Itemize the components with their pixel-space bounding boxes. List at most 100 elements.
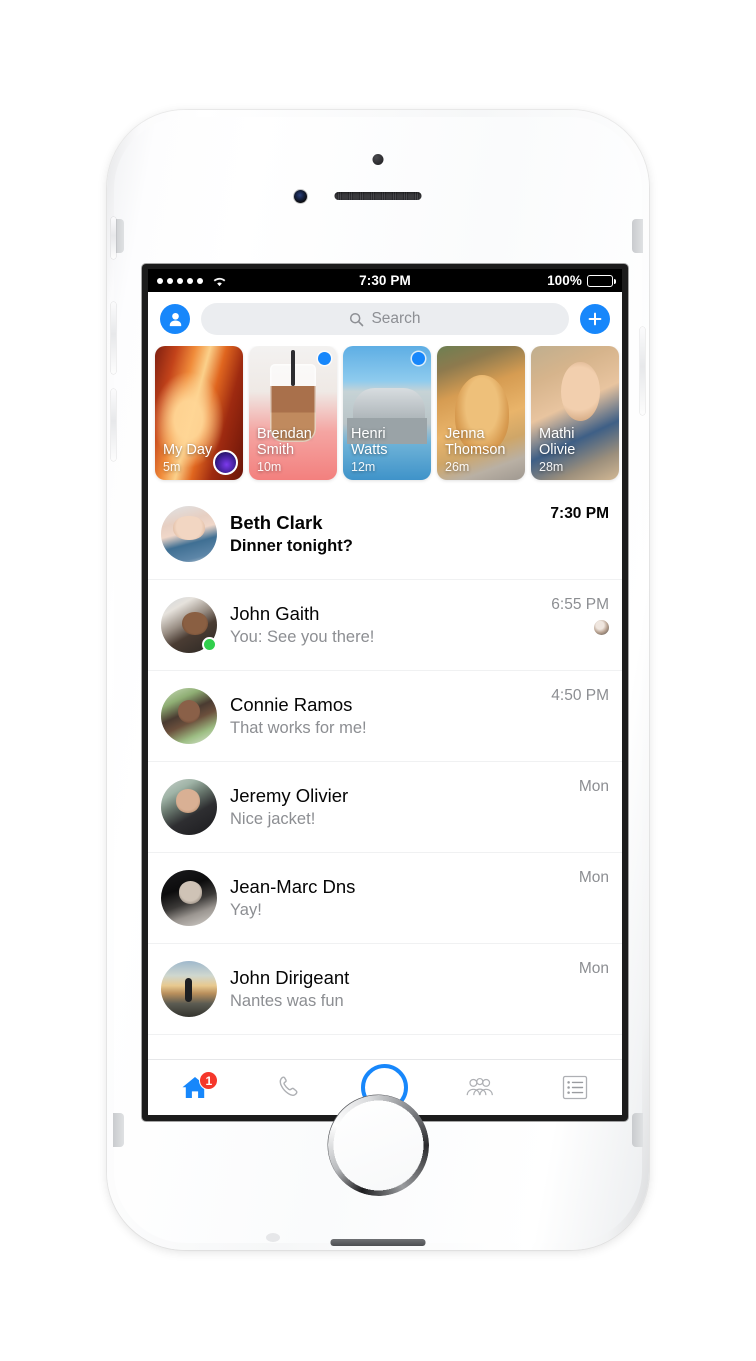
avatar[interactable] [161,597,217,653]
conversation-text: Jeremy Olivier Nice jacket! [230,784,566,830]
front-camera-icon [294,190,307,203]
story-card[interactable]: Brendan Smith 10m [249,346,337,480]
conversation-list: Beth Clark Dinner tonight? 7:30 PM John Gai… [148,489,622,1035]
tab-people[interactable] [432,1060,527,1115]
story-label: Jenna Thomson 26m [445,426,519,474]
timestamp: Mon [578,960,609,977]
wifi-icon [212,275,227,287]
list-icon [562,1075,587,1100]
conversation-text: Connie Ramos That works for me! [230,693,538,739]
avatar-image [161,779,217,835]
story-time: 10m [257,460,282,474]
story-card[interactable]: My Day 5m [155,346,243,480]
avatar[interactable] [161,506,217,562]
conversation-row[interactable]: Jean-Marc Dns Yay! Mon [148,853,622,944]
avatar[interactable] [161,688,217,744]
message-preview: Yay! [230,900,262,919]
conversation-meta: Mon [579,954,609,978]
story-label: Henri Watts 12m [351,426,425,474]
battery-percent-label: 100% [547,273,582,288]
message-preview: Dinner tonight? [230,536,353,555]
timestamp: Mon [578,778,609,795]
message-preview: Nice jacket! [230,809,316,828]
earpiece-speaker [334,192,422,200]
volume-down-button[interactable] [111,389,116,461]
lightning-port [330,1239,426,1246]
screen-bezel: 7:30 PM 100% Search My Day 5m Brendan Sm… [142,264,628,1121]
search-placeholder: Search [371,310,421,327]
power-button[interactable] [640,327,645,415]
story-time: 12m [351,460,376,474]
search-icon [350,312,364,326]
story-unread-dot [318,352,331,365]
story-label: Mathi Olivie 28m [539,426,613,474]
phone-icon [279,1075,298,1096]
compose-new-message-button[interactable] [580,304,610,334]
tab-settings-list[interactable] [527,1060,622,1115]
story-name: Brendan Smith [257,425,312,458]
story-avatar-badge [213,450,238,475]
contact-name: John Gaith [230,602,320,624]
avatar-image [161,506,217,562]
story-card[interactable]: Jenna Thomson 26m [437,346,525,480]
conversation-text: Beth Clark Dinner tonight? [230,511,537,557]
conversation-row[interactable]: Beth Clark Dinner tonight? 7:30 PM [148,489,622,580]
story-time: 26m [445,460,470,474]
avatar[interactable] [161,870,217,926]
read-receipt-avatar [594,620,609,635]
conversation-row[interactable]: John Gaith You: See you there! 6:55 PM [148,580,622,671]
plus-icon [588,312,602,326]
online-status-dot [202,637,217,652]
contact-name: Jeremy Olivier [230,784,349,806]
contact-name: Connie Ramos [230,693,353,715]
iphone-device: 7:30 PM 100% Search My Day 5m Brendan Sm… [107,110,649,1250]
antenna-line-bottom-right [632,1113,643,1147]
message-preview: Nantes was fun [230,991,344,1010]
search-header: Search [148,292,622,346]
story-name: Mathi Olivie [539,425,576,458]
profile-avatar-icon[interactable] [160,304,190,334]
conversation-row[interactable]: John Dirigeant Nantes was fun Mon [148,944,622,1035]
story-name: Henri Watts [351,425,388,458]
battery-icon [587,274,617,287]
home-button[interactable] [332,1099,424,1191]
conversation-meta: 7:30 PM [550,499,609,523]
timestamp: 6:55 PM [551,596,609,613]
proximity-sensor [372,154,384,165]
timestamp: Mon [578,869,609,886]
story-name: Jenna Thomson [445,425,506,458]
story-label: Brendan Smith 10m [257,426,331,474]
phone-body: 7:30 PM 100% Search My Day 5m Brendan Sm… [111,117,645,1246]
story-time: 28m [539,460,564,474]
volume-up-button[interactable] [111,302,116,374]
message-preview: That works for me! [230,718,367,737]
tab-chats[interactable]: 1 [148,1060,243,1115]
antenna-line-top-right [632,219,643,253]
timestamp: 4:50 PM [551,687,609,704]
conversation-text: Jean-Marc Dns Yay! [230,875,566,921]
stories-row[interactable]: My Day 5m Brendan Smith 10m Henri Watts 12m Je… [148,346,622,489]
avatar-image [161,870,217,926]
story-unread-dot [412,352,425,365]
conversation-meta: 6:55 PM [551,590,609,635]
conversation-meta: Mon [579,772,609,796]
contact-name: John Dirigeant [230,966,350,988]
status-bar-right: 100% [547,273,617,288]
story-card[interactable]: Mathi Olivie 28m [531,346,619,480]
cellular-signal-icon [157,277,203,284]
antenna-line-bottom-left [113,1113,124,1147]
phone-screen: 7:30 PM 100% Search My Day 5m Brendan Sm… [148,269,622,1115]
tab-calls[interactable] [243,1060,338,1115]
conversation-row[interactable]: Connie Ramos That works for me! 4:50 PM [148,671,622,762]
avatar[interactable] [161,779,217,835]
conversation-row[interactable]: Jeremy Olivier Nice jacket! Mon [148,762,622,853]
story-card[interactable]: Henri Watts 12m [343,346,431,480]
avatar[interactable] [161,961,217,1017]
conversation-meta: 4:50 PM [551,681,609,705]
mute-switch[interactable] [111,217,116,259]
search-input[interactable]: Search [201,303,569,335]
bottom-speaker-dot [266,1233,280,1242]
contact-name: Beth Clark [230,511,323,533]
avatar-image [161,688,217,744]
contact-name: Jean-Marc Dns [230,875,356,897]
